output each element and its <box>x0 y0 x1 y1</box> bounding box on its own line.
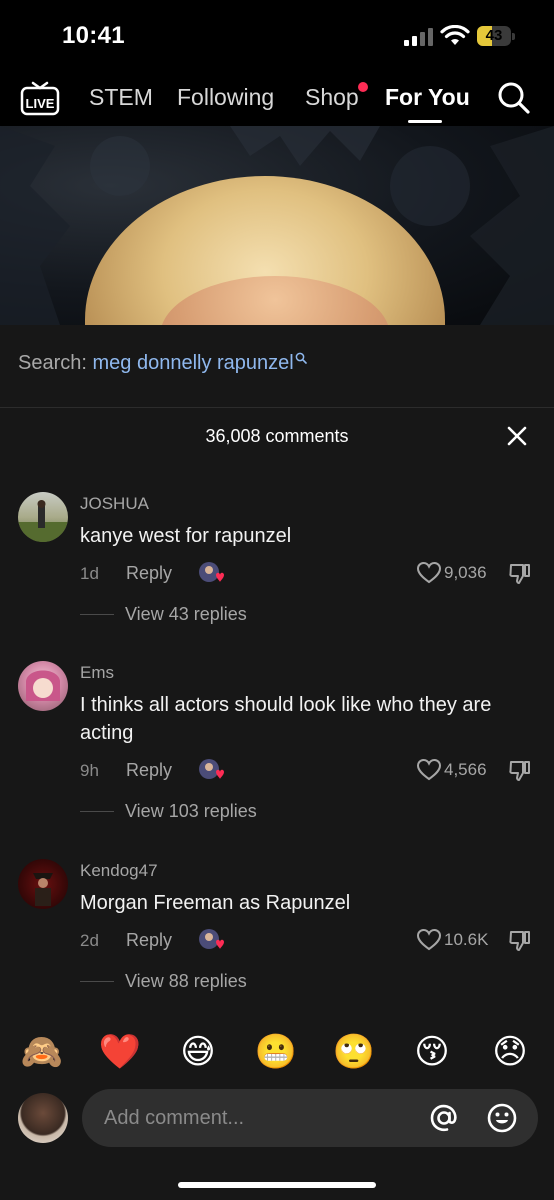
emoji-grinning-sweat[interactable]: 😅 <box>176 1030 220 1074</box>
comment-username[interactable]: Ems <box>80 663 114 683</box>
top-nav: LIVE STEM Following Shop For You <box>0 72 554 126</box>
emoji-quick-bar: 🙈 ❤️ 😅 😬 🙄 😚 😞 <box>0 1030 554 1074</box>
reply-button[interactable]: Reply <box>126 760 172 781</box>
wifi-icon <box>440 25 470 45</box>
heart-icon[interactable] <box>416 928 442 952</box>
emoji-kissing-closed-eyes[interactable]: 😚 <box>410 1030 454 1074</box>
replies-line <box>80 614 114 615</box>
battery-indicator: 43 <box>477 26 517 46</box>
status-bar: 10:41 43 <box>0 0 554 70</box>
view-replies-button[interactable]: View 103 replies <box>125 801 257 822</box>
creator-liked-icon <box>199 929 224 949</box>
heart-icon[interactable] <box>416 758 442 782</box>
emoji-red-heart[interactable]: ❤️ <box>98 1030 142 1074</box>
comment-time: 9h <box>80 761 99 780</box>
tab-shop[interactable]: Shop <box>305 84 359 111</box>
tab-following[interactable]: Following <box>177 84 274 111</box>
close-icon[interactable] <box>505 424 529 448</box>
live-tv-icon[interactable]: LIVE <box>20 80 60 116</box>
at-icon[interactable] <box>428 1102 460 1134</box>
status-time: 10:41 <box>62 22 125 49</box>
comment-text: Morgan Freeman as Rapunzel <box>80 892 351 914</box>
active-tab-indicator <box>408 120 442 123</box>
divider <box>0 407 554 408</box>
creator-liked-icon <box>199 562 224 582</box>
like-count: 9,036 <box>444 563 487 582</box>
creator-liked-icon <box>199 759 224 779</box>
emoji-rolling-eyes[interactable]: 🙄 <box>332 1030 376 1074</box>
emoji-grimacing[interactable]: 😬 <box>254 1030 298 1074</box>
search-suggestion-query[interactable]: meg donnelly rapunzel <box>93 352 294 374</box>
replies-line <box>80 811 114 812</box>
comment-time: 2d <box>80 931 99 950</box>
search-icon[interactable] <box>496 80 532 116</box>
comment-input-box[interactable] <box>82 1089 538 1147</box>
reply-button[interactable]: Reply <box>126 930 172 951</box>
comment-text: I thinks all actors should look like who… <box>80 694 492 744</box>
small-search-icon <box>295 352 307 364</box>
cellular-signal-icon <box>404 28 433 46</box>
shop-notification-badge <box>358 82 368 92</box>
tab-stem[interactable]: STEM <box>89 84 153 111</box>
like-count: 10.6K <box>444 930 489 949</box>
view-replies-button[interactable]: View 88 replies <box>125 971 247 992</box>
my-avatar[interactable] <box>18 1093 68 1143</box>
like-count: 4,566 <box>444 760 487 779</box>
avatar[interactable] <box>18 859 68 909</box>
comment-time: 1d <box>80 564 99 583</box>
search-suggestion[interactable]: Search: meg donnelly rapunzel <box>18 352 307 375</box>
emoji-disappointed[interactable]: 😞 <box>488 1030 532 1074</box>
tab-for-you[interactable]: For You <box>385 84 470 111</box>
replies-line <box>80 981 114 982</box>
heart-icon[interactable] <box>416 561 442 585</box>
avatar[interactable] <box>18 661 68 711</box>
comment-username[interactable]: Kendog47 <box>80 861 158 881</box>
battery-level: 43 <box>485 27 503 44</box>
reply-button[interactable]: Reply <box>126 563 172 584</box>
comments-count: 36,008 comments <box>205 426 349 446</box>
live-label: LIVE <box>26 96 55 111</box>
comment-text: kanye west for rapunzel <box>80 525 292 547</box>
dislike-icon[interactable] <box>508 759 532 783</box>
search-suggestion-label: Search: <box>18 352 87 374</box>
avatar[interactable] <box>18 492 68 542</box>
emoji-icon[interactable] <box>486 1102 518 1134</box>
dislike-icon[interactable] <box>508 929 532 953</box>
comment-username[interactable]: JOSHUA <box>80 494 149 514</box>
view-replies-button[interactable]: View 43 replies <box>125 604 247 625</box>
home-indicator[interactable] <box>178 1182 376 1188</box>
emoji-see-no-evil-monkey[interactable]: 🙈 <box>20 1030 64 1074</box>
comment-input[interactable] <box>104 1089 424 1147</box>
dislike-icon[interactable] <box>508 562 532 586</box>
video-preview[interactable] <box>0 126 554 325</box>
